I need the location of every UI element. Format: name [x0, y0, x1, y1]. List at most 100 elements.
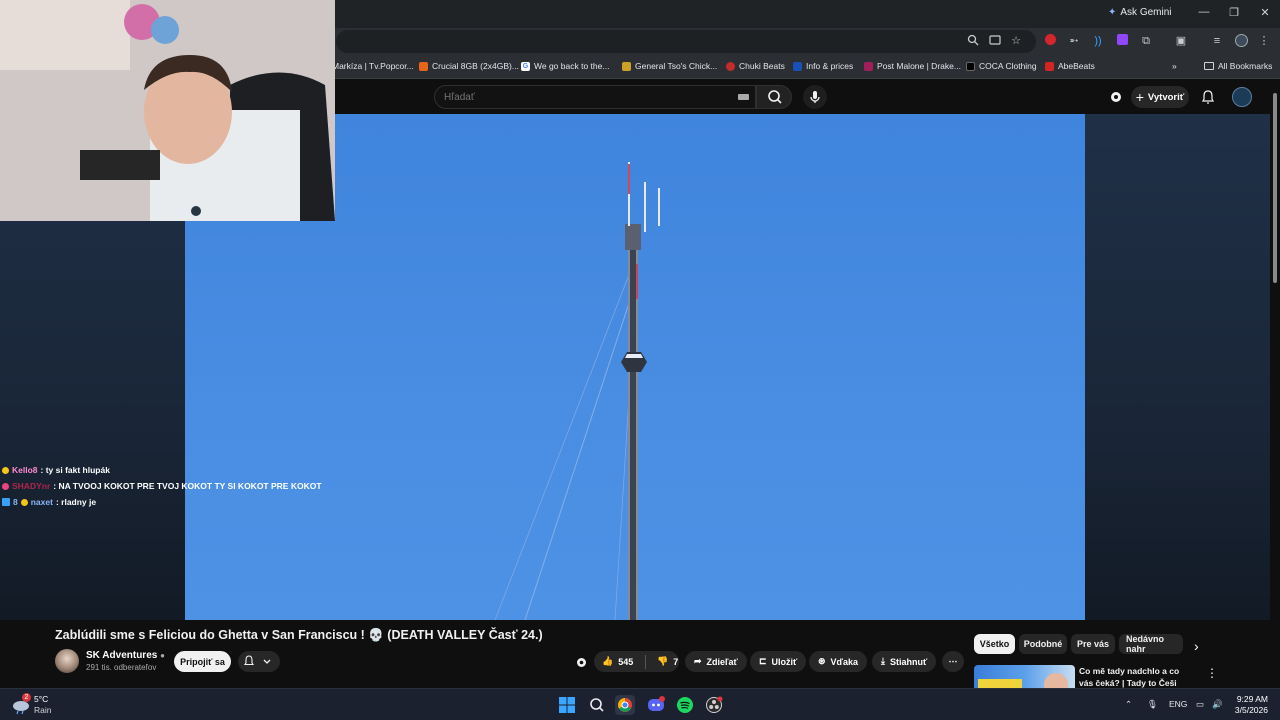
all-bookmarks-button[interactable]: All Bookmarks: [1204, 61, 1272, 71]
page-scrollbar[interactable]: [1270, 80, 1280, 688]
create-button[interactable]: + Vytvoriť: [1131, 86, 1189, 108]
chat-text: : NA TVOOJ KOKOT PRE TVOJ KOKOT TY SI KO…: [53, 481, 322, 491]
bookmark-item[interactable]: Info & prices: [793, 61, 853, 71]
account-avatar[interactable]: [1232, 87, 1252, 107]
side-panel-icon[interactable]: ▣: [1174, 34, 1188, 48]
bookmark-item[interactable]: Markíza | Tv.Popcor...: [332, 61, 414, 71]
chat-username: naxet: [30, 497, 53, 507]
favicon-icon: [1045, 61, 1054, 71]
chat-sub-months: 8: [13, 497, 18, 507]
keyboard-icon[interactable]: [738, 94, 749, 100]
gear-badge-icon[interactable]: [575, 656, 588, 669]
search-button[interactable]: [756, 85, 792, 109]
taskbar-search-icon[interactable]: [587, 695, 607, 715]
address-bar[interactable]: [336, 30, 1036, 53]
minimize-icon[interactable]: —: [1196, 6, 1212, 18]
bell-chevron-icon: [243, 655, 271, 666]
bookmark-star-icon[interactable]: ☆: [1009, 34, 1023, 48]
chips-next-chevron-icon[interactable]: ›: [1194, 638, 1199, 654]
favicon-icon: [622, 61, 631, 71]
ask-gemini-label: Ask Gemini: [1120, 7, 1172, 18]
filter-chip-recently-uploaded[interactable]: Nedávno nahr: [1119, 634, 1183, 654]
restore-icon[interactable]: ❐: [1226, 6, 1242, 19]
extension-red-icon[interactable]: [1043, 34, 1057, 48]
chat-badge-icon: [2, 466, 9, 474]
video-info-section: Zablúdili sme s Feliciou do Ghetta v San…: [0, 620, 1280, 700]
video-title: Zablúdili sme s Feliciou do Ghetta v San…: [55, 628, 543, 642]
share-button[interactable]: ➦ Zdieľať: [685, 651, 747, 672]
filter-chip-all[interactable]: Všetko: [974, 634, 1015, 654]
bookmark-item[interactable]: General Tso's Chick...: [622, 61, 717, 71]
verified-icon: ●: [160, 651, 165, 660]
close-icon[interactable]: ✕: [1257, 6, 1273, 19]
webcam-image: [0, 0, 335, 221]
chat-username: SHADYnr: [12, 481, 51, 491]
subscriber-badge-icon: [2, 498, 10, 506]
input-language[interactable]: ENG: [1169, 699, 1187, 709]
download-button[interactable]: ⤓ Stiahnuť: [872, 651, 937, 672]
weather-text: 5°C Rain: [34, 694, 52, 715]
voice-search-button[interactable]: [803, 85, 827, 109]
search-input[interactable]: [435, 86, 725, 108]
bookmark-item[interactable]: Crucial 8GB (2x4GB)...: [419, 61, 519, 71]
extension-purple-icon[interactable]: [1115, 34, 1129, 48]
subscriber-count: 291 tis. odberateľov: [86, 663, 157, 672]
scrollbar-thumb[interactable]: [1273, 93, 1277, 283]
cast-icon[interactable]: [988, 34, 1002, 48]
tab-search-icon[interactable]: ≡: [1210, 34, 1224, 48]
download-icon: ⤓: [881, 656, 885, 666]
extensions-puzzle-icon[interactable]: ⧉: [1139, 34, 1153, 48]
clock[interactable]: 9:29 AM 3/5/2026: [1232, 694, 1268, 716]
extension-arrow-icon[interactable]: ➵: [1067, 34, 1081, 48]
filter-chip-related[interactable]: Podobné: [1019, 634, 1067, 654]
more-actions-button[interactable]: ⋯: [942, 651, 964, 672]
filter-chip-for-you[interactable]: Pre vás: [1071, 634, 1115, 654]
search-icon: [768, 90, 782, 104]
bookmark-item[interactable]: Post Malone | Drake...: [864, 61, 961, 71]
ask-gemini-button[interactable]: ✦ Ask Gemini: [1108, 7, 1172, 18]
like-button[interactable]: 👍 545: [594, 656, 640, 667]
thumbnail-image: [978, 673, 1068, 689]
notifications-bell-icon[interactable]: [1200, 89, 1216, 105]
channel-avatar[interactable]: [55, 649, 79, 673]
favicon-icon: [726, 61, 735, 71]
obs-taskbar-icon[interactable]: [704, 695, 724, 715]
channel-name[interactable]: SK Adventures ●: [86, 650, 165, 661]
join-button[interactable]: Pripojiť sa: [174, 651, 231, 672]
favicon-icon: [793, 61, 802, 71]
network-icon[interactable]: ▭: [1196, 699, 1204, 710]
bookmark-item[interactable]: G We go back to the...: [521, 61, 609, 71]
spotify-taskbar-icon[interactable]: [675, 695, 695, 715]
discord-taskbar-icon[interactable]: [646, 695, 666, 715]
share-arrow-icon: ➦: [694, 656, 702, 666]
weather-widget[interactable]: 2: [10, 693, 32, 716]
gear-badge-icon[interactable]: [1108, 89, 1124, 105]
favicon-icon: [864, 61, 873, 71]
bookmark-item[interactable]: COCA Clothing: [966, 61, 1037, 71]
kebab-menu-icon[interactable]: ⋮: [1257, 34, 1271, 48]
recommendation-menu-icon[interactable]: ⋮: [1206, 666, 1218, 680]
chrome-taskbar-icon[interactable]: [615, 695, 635, 715]
thumbs-down-icon: 👎: [657, 656, 669, 666]
bookmark-item[interactable]: AbeBeats: [1045, 61, 1095, 71]
favicon-icon: G: [521, 61, 530, 71]
create-label: Vytvoriť: [1147, 91, 1185, 103]
chat-text: : rladny je: [55, 497, 97, 507]
windows-start-icon[interactable]: [557, 695, 577, 715]
thanks-dollar-icon: ⊛: [818, 656, 826, 666]
favicon-icon: [966, 61, 975, 71]
profile-avatar-icon[interactable]: [1234, 34, 1248, 48]
extension-wave-icon[interactable]: )): [1091, 34, 1105, 48]
bookmark-item[interactable]: Chuki Beats: [726, 61, 785, 71]
tray-overflow-chevron-icon[interactable]: ⌃: [1125, 699, 1132, 710]
like-dislike-group: 👍 545 👎 7: [594, 651, 679, 672]
volume-icon[interactable]: 🔊: [1212, 699, 1223, 710]
save-button[interactable]: ⊏ Uložiť: [750, 651, 807, 672]
recommendation-thumbnail[interactable]: [974, 665, 1075, 689]
subscribe-bell-button[interactable]: [238, 651, 280, 672]
microphone-tray-icon[interactable]: 🎙: [1147, 699, 1158, 710]
bookmarks-overflow-icon[interactable]: »: [1172, 61, 1177, 71]
dislike-button[interactable]: 👎 7: [651, 656, 678, 667]
thanks-button[interactable]: ⊛ Vďaka: [809, 651, 868, 672]
zoom-icon[interactable]: [966, 34, 980, 48]
